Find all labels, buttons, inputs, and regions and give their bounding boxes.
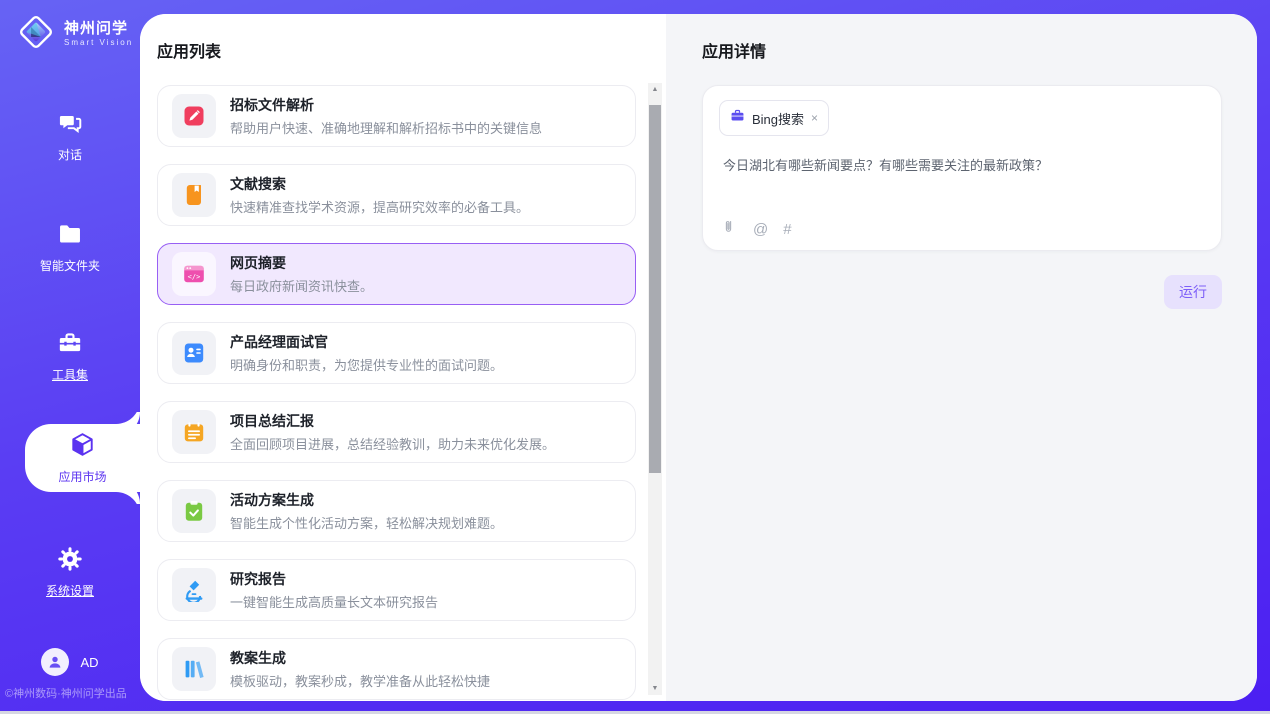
app-card-3[interactable]: </> 网页摘要每日政府新闻资讯快查。 [157,243,636,305]
edit-doc-icon [172,94,216,138]
app-list-title: 应用列表 [157,38,221,62]
brand-tagline: Smart Vision [64,39,133,48]
user-row[interactable]: AD [0,648,140,676]
scrollbar-up-arrow[interactable]: ▲ [648,83,662,96]
app-name: 文献搜索 [230,174,529,194]
app-description: 帮助用户快速、准确地理解和解析招标书中的关键信息 [230,118,542,137]
sidebar-item-label: 智能文件夹 [40,257,100,274]
prompt-card: Bing搜索 × 今日湖北有哪些新闻要点？有哪些需要关注的最新政策？ @ # [702,85,1222,251]
app-card-texts: 活动方案生成智能生成个性化活动方案，轻松解决规划难题。 [230,490,503,532]
app-description: 模板驱动，教案秒成，教学准备从此轻松快捷 [230,671,490,690]
sidebar-item-4[interactable]: 应用市场 [25,424,140,492]
app-card-5[interactable]: 项目总结汇报全面回顾项目进展，总结经验教训，助力未来优化发展。 [157,401,636,463]
paperclip-icon[interactable] [723,219,738,240]
sidebar-item-label: 应用市场 [58,468,106,485]
app-detail-title: 应用详情 [702,38,1222,62]
microscope-icon [172,568,216,612]
sidebar-item-label: 对话 [58,146,82,163]
svg-text:</>: </> [188,273,201,281]
sidebar-item-1[interactable]: 对话 [0,105,140,167]
sidebar-item-label: 工具集 [52,366,88,383]
hash-icon[interactable]: # [783,221,791,238]
sidebar: 神州问学 Smart Vision 对话智能文件夹工具集应用市场系统设置 AD … [0,0,140,714]
brand-diamond-icon [16,12,56,57]
app-card-1[interactable]: 招标文件解析帮助用户快速、准确地理解和解析招标书中的关键信息 [157,85,636,147]
app-card-texts: 研究报告一键智能生成高质量长文本研究报告 [230,569,438,611]
app-name: 招标文件解析 [230,95,542,115]
brand-name: 神州问学 [64,21,133,38]
app-description: 一键智能生成高质量长文本研究报告 [230,592,438,611]
app-card-list: 招标文件解析帮助用户快速、准确地理解和解析招标书中的关键信息文献搜索快速精准查找… [157,85,636,701]
clipboard-check-icon [172,489,216,533]
app-name: 研究报告 [230,569,438,589]
scrollbar-thumb[interactable] [649,105,661,473]
app-card-texts: 网页摘要每日政府新闻资讯快查。 [230,253,373,295]
app-card-texts: 文献搜索快速精准查找学术资源，提高研究效率的必备工具。 [230,174,529,216]
app-list-panel: 应用列表 招标文件解析帮助用户快速、准确地理解和解析招标书中的关键信息文献搜索快… [140,14,666,701]
app-card-texts: 项目总结汇报全面回顾项目进展，总结经验教训，助力未来优化发展。 [230,411,555,453]
run-button[interactable]: 运行 [1164,275,1222,309]
tool-tag-remove-icon[interactable]: × [811,111,818,125]
app-detail-panel: 应用详情 Bing搜索 × 今日湖北有哪些新闻要点？有哪些需要关注的最新政策？ … [666,14,1257,701]
avatar[interactable] [41,648,69,676]
app-card-8[interactable]: 教案生成模板驱动，教案秒成，教学准备从此轻松快捷 [157,638,636,700]
app-name: 活动方案生成 [230,490,503,510]
tool-tag-label: Bing搜索 [752,109,804,128]
scrollbar-down-arrow[interactable]: ▼ [648,682,662,695]
app-description: 明确身份和职责，为您提供专业性的面试问题。 [230,355,503,374]
app-description: 智能生成个性化活动方案，轻松解决规划难题。 [230,513,503,532]
folder-icon [57,221,83,252]
app-card-7[interactable]: 研究报告一键智能生成高质量长文本研究报告 [157,559,636,621]
sidebar-item-5[interactable]: 系统设置 [0,541,140,603]
app-name: 网页摘要 [230,253,373,273]
app-card-texts: 教案生成模板驱动，教案秒成，教学准备从此轻松快捷 [230,648,490,690]
gear-icon [57,546,83,577]
toolbox-icon [57,330,83,361]
app-name: 项目总结汇报 [230,411,555,431]
app-card-texts: 产品经理面试官明确身份和职责，为您提供专业性的面试问题。 [230,332,503,374]
app-card-texts: 招标文件解析帮助用户快速、准确地理解和解析招标书中的关键信息 [230,95,542,137]
book-icon [172,173,216,217]
list-scrollbar[interactable]: ▲ ▼ [648,83,662,695]
prompt-input[interactable]: 今日湖北有哪些新闻要点？有哪些需要关注的最新政策？ [723,156,1201,176]
cube-icon [69,431,96,463]
tool-tag-bing[interactable]: Bing搜索 × [719,100,829,136]
attachment-toolbar: @ # [723,219,792,240]
brand-logo: 神州问学 Smart Vision [16,12,133,57]
calendar-icon [172,410,216,454]
app-card-2[interactable]: 文献搜索快速精准查找学术资源，提高研究效率的必备工具。 [157,164,636,226]
app-name: 教案生成 [230,648,490,668]
books-icon [172,647,216,691]
sidebar-item-label: 系统设置 [46,582,94,599]
app-description: 全面回顾项目进展，总结经验教训，助力未来优化发展。 [230,434,555,453]
interview-icon [172,331,216,375]
user-initials: AD [80,655,98,670]
copyright-text: ©神州数码·神州问学出品 [5,685,140,701]
app-name: 产品经理面试官 [230,332,503,352]
briefcase-icon [730,108,745,128]
at-icon[interactable]: @ [753,221,768,238]
web-code-icon: </> [172,252,216,296]
sidebar-item-2[interactable]: 智能文件夹 [0,216,140,278]
sidebar-item-3[interactable]: 工具集 [0,325,140,387]
app-description: 每日政府新闻资讯快查。 [230,276,373,295]
app-card-6[interactable]: 活动方案生成智能生成个性化活动方案，轻松解决规划难题。 [157,480,636,542]
app-card-4[interactable]: 产品经理面试官明确身份和职责，为您提供专业性的面试问题。 [157,322,636,384]
chat-icon [57,110,83,141]
main-window: 应用列表 招标文件解析帮助用户快速、准确地理解和解析招标书中的关键信息文献搜索快… [140,14,1257,701]
app-description: 快速精准查找学术资源，提高研究效率的必备工具。 [230,197,529,216]
